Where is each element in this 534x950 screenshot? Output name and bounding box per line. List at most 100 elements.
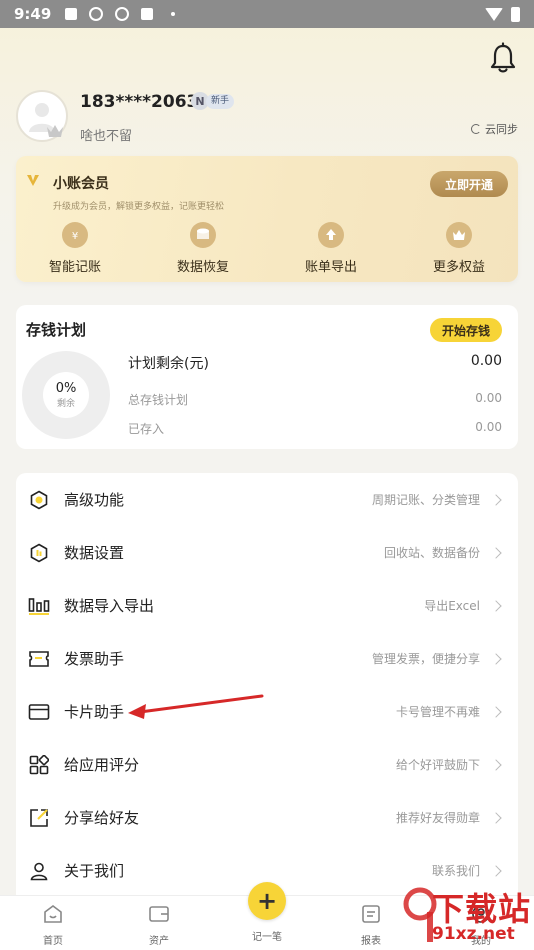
tab-home[interactable]: 首页 <box>18 904 88 947</box>
menu-item-card-assistant[interactable]: 卡片助手 卡号管理不再难 <box>16 685 518 738</box>
savings-row-value: 0.00 <box>475 391 502 405</box>
tab-label: 报表 <box>361 936 381 947</box>
menu-item-desc: 卡号管理不再难 <box>395 705 480 719</box>
vip-logo-icon <box>27 175 39 186</box>
menu-item-desc: 回收站、数据备份 <box>383 546 480 560</box>
watermark-url: 91xz.net <box>432 924 515 944</box>
crown-icon <box>446 222 472 248</box>
chevron-right-icon <box>490 758 502 771</box>
menu-item-share-friends[interactable]: 分享给好友 推荐好友得勋章 <box>16 791 518 844</box>
plus-icon: + <box>256 887 278 915</box>
sync-icon <box>471 124 481 134</box>
menu-item-invoice-assistant[interactable]: 发票助手 管理发票，便捷分享 <box>16 632 518 685</box>
menu-item-label: 分享给好友 <box>64 809 140 827</box>
add-record-label: 记一笔 <box>252 932 282 943</box>
cloud-sync-button[interactable]: 云同步 <box>471 121 518 137</box>
add-record-button[interactable]: + <box>248 882 286 920</box>
vip-title: 小账会员 <box>53 176 109 192</box>
menu-item-desc: 联系我们 <box>431 864 480 878</box>
vip-feature-more-benefits[interactable]: 更多权益 <box>404 222 514 275</box>
vip-feature-label: 账单导出 <box>304 260 357 275</box>
more-notifications-icon <box>171 12 176 16</box>
user-phone: 183****2063 <box>80 92 199 112</box>
chevron-right-icon <box>490 652 502 665</box>
status-time: 9:49 <box>14 5 52 23</box>
savings-progress-label: 剩余 <box>56 399 75 409</box>
chevron-right-icon <box>490 546 502 559</box>
savings-row: 已存入 0.00 <box>128 420 502 437</box>
menu-item-desc: 周期记账、分类管理 <box>371 493 480 507</box>
menu-item-label: 数据设置 <box>64 544 125 562</box>
report-icon <box>362 905 380 923</box>
app-notification-icon-2 <box>115 7 130 21</box>
menu-item-rate-app[interactable]: 给应用评分 给个好评鼓励下 <box>16 738 518 791</box>
menu-item-desc: 推荐好友得勋章 <box>395 811 480 825</box>
savings-title: 存钱计划 <box>26 321 87 339</box>
menu-item-label: 发票助手 <box>64 650 125 668</box>
vip-feature-label: 更多权益 <box>432 260 485 275</box>
battery-icon <box>511 6 520 22</box>
user-motto[interactable]: 啥也不留 <box>80 125 132 144</box>
savings-row: 总存钱计划 0.00 <box>128 391 502 408</box>
chevron-right-icon <box>490 599 502 612</box>
tab-reports[interactable]: 报表 <box>336 904 406 947</box>
menu-item-desc: 导出Excel <box>424 599 480 613</box>
cloud-sync-label: 云同步 <box>485 123 518 136</box>
menu-item-desc: 管理发票，便捷分享 <box>371 652 480 666</box>
savings-progress-percent: 0% <box>55 381 77 396</box>
vip-feature-bill-export[interactable]: 账单导出 <box>276 222 386 275</box>
savings-row-label: 已存入 <box>128 422 165 436</box>
savings-plan-card[interactable]: 存钱计划 开始存钱 0% 剩余 计划剩余(元) 0.00 总存钱计划 0.00 … <box>16 305 518 449</box>
chevron-right-icon <box>490 705 502 718</box>
tab-assets[interactable]: 资产 <box>124 904 194 947</box>
menu-item-data-import-export[interactable]: 数据导入导出 导出Excel <box>16 579 518 632</box>
vip-feature-label: 智能记账 <box>48 260 101 275</box>
chevron-right-icon <box>490 864 502 877</box>
savings-row-value: 0.00 <box>475 420 502 434</box>
invoice-icon <box>28 648 50 670</box>
bar-chart-icon <box>28 595 50 617</box>
vip-open-button[interactable]: 立即开通 <box>430 171 508 197</box>
vip-card[interactable]: 小账会员 升级成为会员，解锁更多权益，记账更轻松 立即开通 ¥ 智能记账 数据恢… <box>16 156 518 282</box>
savings-row-label: 总存钱计划 <box>128 393 189 407</box>
menu-item-label: 关于我们 <box>64 862 125 880</box>
vip-feature-smart-accounting[interactable]: ¥ 智能记账 <box>20 222 130 275</box>
level-badge-label: 新手 <box>206 94 235 109</box>
vip-subtitle: 升级成为会员，解锁更多权益，记账更轻松 <box>53 202 225 212</box>
vip-feature-data-restore[interactable]: 数据恢复 <box>148 222 258 275</box>
data-shield-icon <box>28 542 50 564</box>
card-icon <box>28 701 50 723</box>
menu-item-label: 数据导入导出 <box>64 597 155 615</box>
svg-text:¥: ¥ <box>72 231 78 242</box>
savings-row-value: 0.00 <box>470 353 502 369</box>
savings-progress-ring: 0% 剩余 <box>22 351 110 439</box>
tab-label: 首页 <box>43 936 63 947</box>
menu-item-label: 高级功能 <box>64 491 125 509</box>
wallet-icon <box>149 906 169 922</box>
grid-icon <box>28 754 50 776</box>
savings-row: 计划剩余(元) 0.00 <box>128 353 502 373</box>
menu-item-advanced-features[interactable]: 高级功能 周期记账、分类管理 <box>16 473 518 526</box>
share-icon <box>28 807 50 829</box>
status-bar: 9:49 <box>0 0 534 28</box>
tab-label: 资产 <box>149 936 169 947</box>
hexagon-icon <box>28 489 50 511</box>
settings-menu: 高级功能 周期记账、分类管理 数据设置 回收站、数据备份 数据导入导出 导出Ex… <box>16 473 518 903</box>
home-icon <box>44 905 62 923</box>
app-notification-icon <box>89 7 104 21</box>
menu-item-desc: 给个好评鼓励下 <box>395 758 480 772</box>
crown-icon <box>47 125 63 137</box>
bell-icon[interactable] <box>488 42 518 74</box>
vip-feature-label: 数据恢复 <box>176 260 229 275</box>
menu-item-data-settings[interactable]: 数据设置 回收站、数据备份 <box>16 526 518 579</box>
start-saving-button[interactable]: 开始存钱 <box>430 318 502 342</box>
wifi-icon <box>485 7 503 21</box>
menu-item-label: 卡片助手 <box>64 703 125 721</box>
yen-cloud-icon: ¥ <box>62 222 88 248</box>
savings-row-label: 计划剩余(元) <box>128 356 209 372</box>
chevron-right-icon <box>490 811 502 824</box>
notification-icon <box>65 8 78 20</box>
upload-cloud-icon <box>318 222 344 248</box>
menu-item-label: 给应用评分 <box>64 756 140 774</box>
chevron-right-icon <box>490 493 502 506</box>
